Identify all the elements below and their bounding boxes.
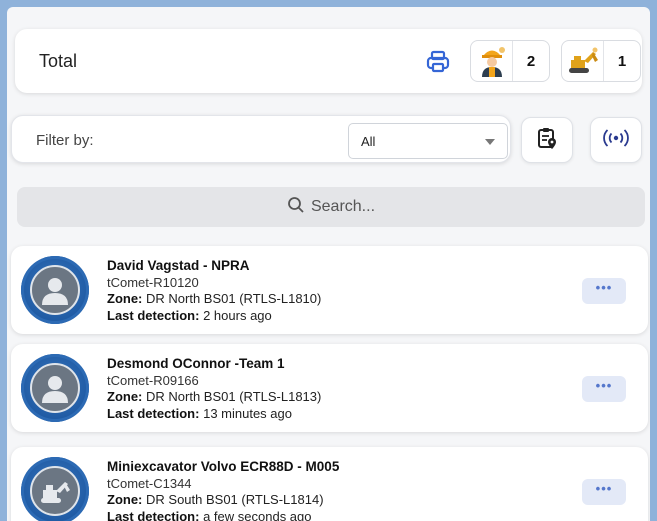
filter-bar: Filter by: All <box>11 115 511 163</box>
item-device: tComet-R10120 <box>107 274 199 290</box>
clipboard-location-icon <box>536 126 558 155</box>
asset-panel: Total 2 1 Filter by: All Search... David… <box>7 7 650 521</box>
person-icon <box>30 363 80 413</box>
zone-value: DR North BS01 (RTLS-L1813) <box>146 389 322 404</box>
chevron-down-icon <box>485 139 495 145</box>
list-item[interactable]: David Vagstad - NPRA tComet-R10120 Zone:… <box>11 246 648 334</box>
item-last-detection: Last detection: 13 minutes ago <box>107 406 321 423</box>
excavator-icon <box>30 466 80 516</box>
item-info: Miniexcavator Volvo ECR88D - M005 tComet… <box>107 459 339 521</box>
list-item[interactable]: Desmond OConnor -Team 1 tComet-R09166 Zo… <box>11 344 648 432</box>
zone-label: Zone: <box>107 389 143 404</box>
worker-count: 2 <box>526 52 536 70</box>
worker-counter[interactable]: 2 <box>470 40 550 82</box>
excavator-counter[interactable]: 1 <box>561 40 641 82</box>
report-button[interactable] <box>521 117 573 163</box>
list-item[interactable]: Miniexcavator Volvo ECR88D - M005 tComet… <box>11 447 648 521</box>
more-options-button[interactable]: ••• <box>582 278 626 304</box>
excavator-count: 1 <box>617 52 627 70</box>
avatar <box>21 354 89 422</box>
last-detection-value: 13 minutes ago <box>203 405 292 421</box>
print-icon[interactable] <box>425 49 451 75</box>
more-options-button[interactable]: ••• <box>582 479 626 505</box>
zone-value: DR South BS01 (RTLS-L1814) <box>146 492 324 507</box>
item-device: tComet-C1344 <box>107 475 192 491</box>
filter-select[interactable]: All <box>348 123 508 159</box>
total-card: Total 2 1 <box>15 29 642 93</box>
last-detection-label: Last detection: <box>107 405 200 421</box>
item-name: Desmond OConnor -Team 1 <box>107 356 285 371</box>
last-detection-value: a few seconds ago <box>203 508 312 521</box>
item-last-detection: Last detection: a few seconds ago <box>107 509 339 521</box>
item-zone: Zone: DR North BS01 (RTLS-L1813) <box>107 389 321 406</box>
search-icon <box>287 196 311 219</box>
filter-label: Filter by: <box>36 132 94 149</box>
person-icon <box>30 265 80 315</box>
item-name: Miniexcavator Volvo ECR88D - M005 <box>107 459 340 474</box>
item-zone: Zone: DR North BS01 (RTLS-L1810) <box>107 291 321 308</box>
avatar <box>21 256 89 324</box>
filter-select-value: All <box>361 134 376 149</box>
item-device: tComet-R09166 <box>107 372 199 388</box>
avatar <box>21 457 89 521</box>
item-info: Desmond OConnor -Team 1 tComet-R09166 Zo… <box>107 356 321 422</box>
last-detection-label: Last detection: <box>107 508 200 521</box>
last-detection-value: 2 hours ago <box>203 307 272 323</box>
more-options-button[interactable]: ••• <box>582 376 626 402</box>
item-name: David Vagstad - NPRA <box>107 258 250 273</box>
total-label: Total <box>39 51 78 71</box>
excavator-icon <box>562 41 604 81</box>
item-zone: Zone: DR South BS01 (RTLS-L1814) <box>107 492 339 509</box>
item-last-detection: Last detection: 2 hours ago <box>107 308 321 325</box>
worker-icon <box>471 41 513 81</box>
broadcast-icon <box>602 128 630 153</box>
zone-value: DR North BS01 (RTLS-L1810) <box>146 291 322 306</box>
zone-label: Zone: <box>107 291 143 306</box>
last-detection-label: Last detection: <box>107 307 200 323</box>
search-placeholder: Search... <box>310 198 376 215</box>
zone-label: Zone: <box>107 492 143 507</box>
search-input[interactable]: Search... <box>17 187 645 227</box>
signal-button[interactable] <box>590 117 642 163</box>
item-info: David Vagstad - NPRA tComet-R10120 Zone:… <box>107 258 321 324</box>
